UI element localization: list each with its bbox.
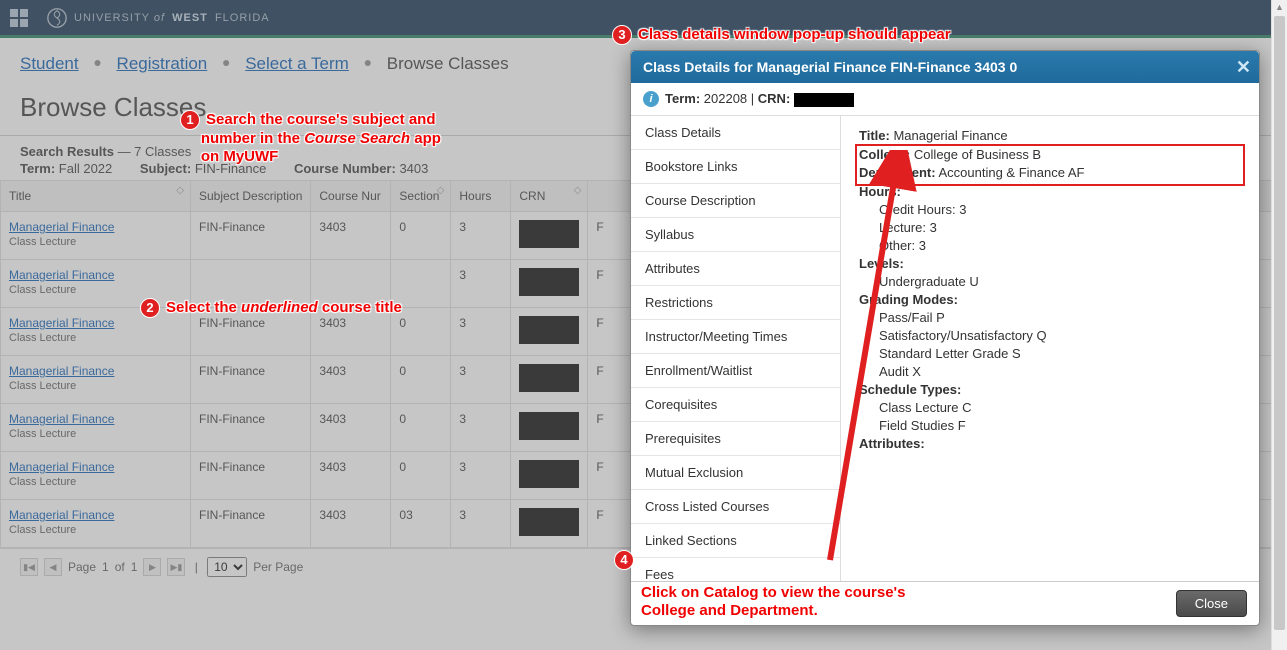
class-details-modal: Class Details for Managerial Finance FIN… [630, 50, 1260, 626]
modal-tab-list: Class DetailsBookstore LinksCourse Descr… [631, 116, 841, 581]
tab-class-details[interactable]: Class Details [631, 116, 840, 150]
tab-instructor-meeting-times[interactable]: Instructor/Meeting Times [631, 320, 840, 354]
tab-fees[interactable]: Fees [631, 558, 840, 581]
tab-linked-sections[interactable]: Linked Sections [631, 524, 840, 558]
highlight-box: College: College of Business B Departmen… [855, 144, 1245, 186]
tab-enrollment-waitlist[interactable]: Enrollment/Waitlist [631, 354, 840, 388]
annotation-1: 1Search the course's subject and number … [180, 110, 441, 166]
tab-syllabus[interactable]: Syllabus [631, 218, 840, 252]
modal-term-row: i Term: 202208 | CRN: [631, 83, 1259, 115]
browser-scrollbar[interactable]: ▲ [1271, 0, 1287, 650]
tab-mutual-exclusion[interactable]: Mutual Exclusion [631, 456, 840, 490]
modal-detail-pane: Title: Managerial Finance College: Colle… [841, 116, 1259, 581]
annotation-3: 3Class details window pop-up should appe… [612, 25, 951, 45]
annotation-4-marker: 4 [614, 550, 640, 570]
annotation-4: Click on Catalog to view the course's Co… [641, 584, 905, 620]
tab-attributes[interactable]: Attributes [631, 252, 840, 286]
tab-prerequisites[interactable]: Prerequisites [631, 422, 840, 456]
tab-course-description[interactable]: Course Description [631, 184, 840, 218]
close-button[interactable]: Close [1176, 590, 1247, 617]
annotation-2: 2Select the underlined course title [140, 298, 402, 318]
tab-corequisites[interactable]: Corequisites [631, 388, 840, 422]
tab-restrictions[interactable]: Restrictions [631, 286, 840, 320]
close-icon[interactable]: ✕ [1236, 57, 1251, 78]
modal-title-bar: Class Details for Managerial Finance FIN… [631, 51, 1259, 83]
tab-cross-listed-courses[interactable]: Cross Listed Courses [631, 490, 840, 524]
tab-bookstore-links[interactable]: Bookstore Links [631, 150, 840, 184]
info-icon: i [643, 91, 659, 107]
